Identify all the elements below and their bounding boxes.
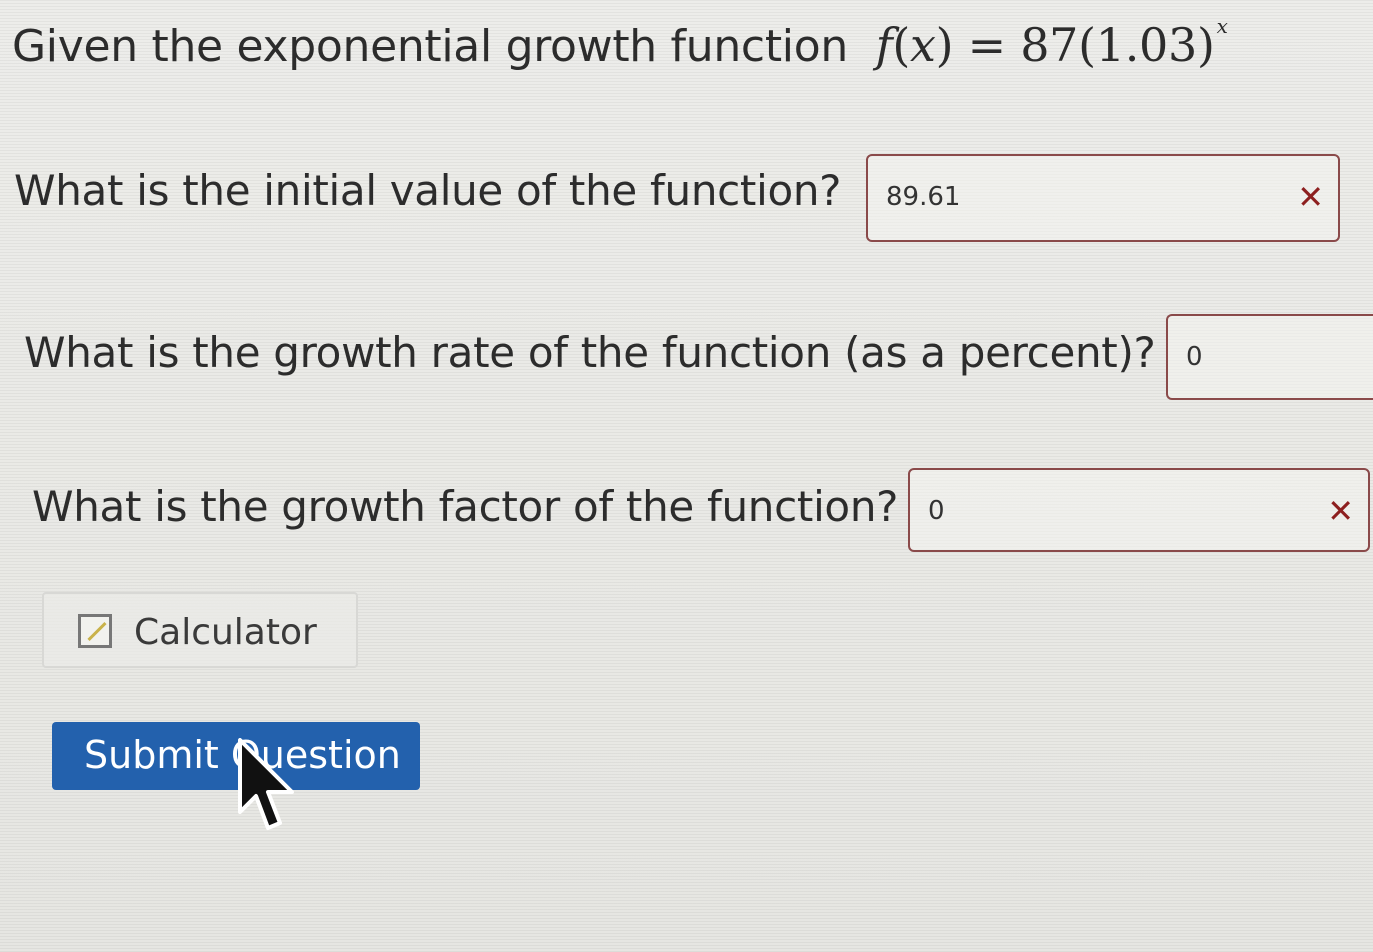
incorrect-x-icon: ✕ <box>1327 492 1354 530</box>
calculator-button[interactable]: Calculator <box>42 592 358 668</box>
formula-variable: x <box>909 18 936 72</box>
growth-rate-question: What is the growth rate of the function … <box>24 328 1156 377</box>
formula-open-paren: ( <box>892 18 910 72</box>
mouse-pointer-icon <box>238 738 294 830</box>
formula-coefficient: 87 <box>1020 18 1079 72</box>
growth-factor-answer-field[interactable]: 0 ✕ <box>908 468 1370 552</box>
question-prompt: Given the exponential growth function f(… <box>12 14 1228 72</box>
initial-value-answer-field[interactable]: 89.61 ✕ <box>866 154 1340 242</box>
initial-value-question: What is the initial value of the functio… <box>14 166 842 215</box>
calculator-icon <box>78 614 112 648</box>
formula-equals: = <box>953 18 1021 72</box>
formula-exponent: x <box>1216 14 1228 38</box>
incorrect-x-icon: ✕ <box>1297 178 1324 216</box>
growth-rate-answer-field[interactable]: 0 <box>1166 314 1373 400</box>
formula-function-name: f <box>875 18 893 72</box>
prompt-text: Given the exponential growth function <box>12 21 848 72</box>
growth-factor-question: What is the growth factor of the functio… <box>32 482 899 531</box>
formula-close-paren: ) <box>935 18 954 72</box>
calculator-label: Calculator <box>134 612 317 653</box>
function-formula: f(x) = 87(1.03) x <box>875 14 1228 72</box>
initial-value-answer-text: 89.61 <box>886 182 961 212</box>
formula-base: (1.03) <box>1078 18 1215 72</box>
growth-factor-answer-text: 0 <box>928 496 945 526</box>
growth-rate-answer-text: 0 <box>1186 342 1203 372</box>
